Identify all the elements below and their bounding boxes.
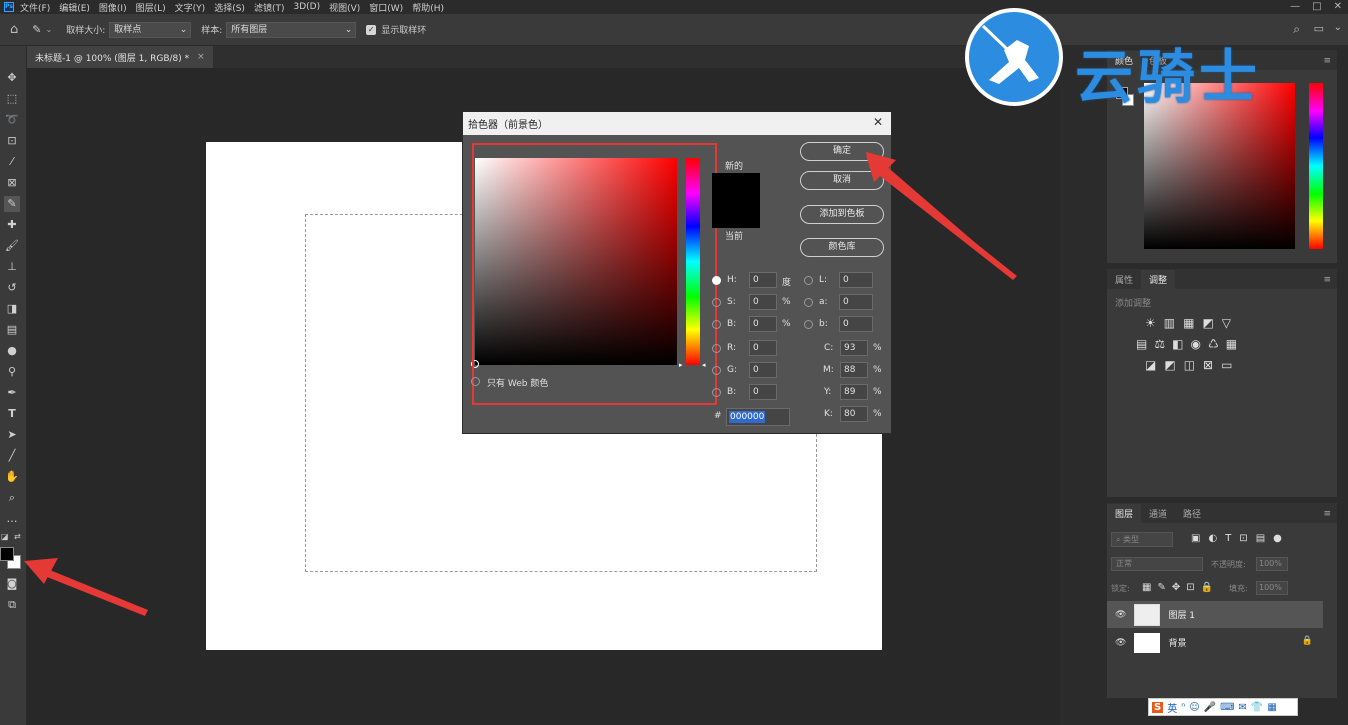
punctuation-icon[interactable]: ⁿ	[1181, 702, 1185, 713]
grid-menu-icon[interactable]: ▦	[1267, 702, 1276, 713]
ime-toolbar: S 英 ⁿ ☺ 🎤 ⌨ ✉ 👕 ▦	[1148, 698, 1298, 716]
microphone-icon[interactable]: 🎤	[1204, 702, 1216, 713]
watermark-logo: 云骑士	[965, 8, 1310, 118]
sogou-logo-icon: S	[1152, 701, 1164, 713]
knight-emblem-icon	[965, 8, 1063, 106]
emoji-icon[interactable]: ☺	[1189, 702, 1199, 713]
watermark-text: 云骑士	[1075, 43, 1262, 111]
skin-icon[interactable]: 👕	[1251, 702, 1263, 713]
toolbox-icon[interactable]: ✉	[1239, 702, 1247, 713]
keyboard-icon[interactable]: ⌨	[1220, 702, 1234, 713]
arrow-to-foreground-color	[24, 558, 58, 584]
ime-language-toggle[interactable]: 英	[1167, 700, 1177, 715]
